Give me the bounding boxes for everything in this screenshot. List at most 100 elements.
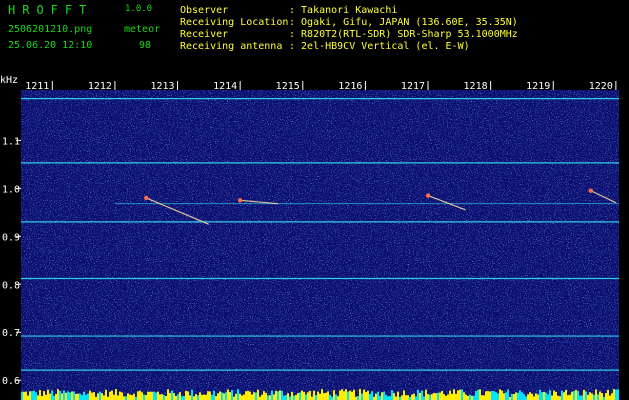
activity-bar — [567, 395, 569, 400]
activity-bar — [423, 396, 425, 400]
activity-bar — [133, 393, 135, 400]
activity-bar — [35, 392, 37, 400]
activity-bar — [615, 389, 617, 400]
activity-bar — [289, 396, 291, 400]
activity-bar — [605, 393, 607, 400]
activity-bar — [51, 390, 53, 400]
activity-bar — [425, 389, 427, 400]
antenna-value: : 2el-HB9CV Vertical (el. E-W) — [289, 41, 470, 52]
activity-bar — [491, 390, 493, 400]
x-tick-label: 1211 — [25, 81, 49, 92]
activity-bar — [593, 394, 595, 400]
activity-bar — [183, 396, 185, 400]
activity-bar — [417, 389, 419, 400]
activity-bar — [613, 389, 615, 400]
activity-bar — [453, 389, 455, 400]
activity-bar — [139, 390, 141, 400]
activity-bar — [321, 389, 323, 400]
activity-bar — [405, 395, 407, 400]
activity-bar — [607, 389, 609, 400]
activity-bar — [185, 390, 187, 400]
meteor-echo-head — [144, 195, 149, 201]
activity-bar — [455, 393, 457, 400]
activity-bar — [173, 393, 175, 400]
activity-bar — [305, 394, 307, 400]
activity-bar — [427, 394, 429, 400]
activity-bar — [113, 394, 115, 400]
meteor-label: meteor — [124, 24, 161, 35]
activity-bar — [297, 393, 299, 400]
activity-bar — [583, 389, 585, 400]
activity-bar — [313, 390, 315, 400]
x-tick-label: 1217 — [401, 81, 425, 92]
activity-bar — [103, 395, 105, 400]
activity-bar — [331, 396, 333, 400]
activity-bar — [141, 392, 143, 400]
activity-bar — [507, 389, 509, 400]
activity-bar — [369, 393, 371, 400]
activity-bar — [489, 391, 491, 400]
activity-bar — [497, 393, 499, 400]
activity-bar — [267, 395, 269, 400]
activity-bar — [397, 391, 399, 400]
activity-bar — [169, 392, 171, 400]
activity-bar — [61, 393, 63, 400]
activity-bar — [347, 391, 349, 400]
activity-bar — [161, 394, 163, 400]
activity-bar — [333, 390, 335, 400]
activity-bar — [329, 394, 331, 400]
activity-bar — [257, 389, 259, 400]
activity-bar — [283, 395, 285, 400]
activity-bar — [209, 391, 211, 400]
activity-bar — [311, 396, 313, 400]
activity-bar — [91, 392, 93, 400]
activity-bar — [291, 391, 293, 400]
activity-bar — [421, 390, 423, 400]
activity-bar — [23, 391, 25, 400]
activity-bar — [81, 394, 83, 400]
activity-bar — [69, 392, 71, 400]
activity-bar — [127, 393, 129, 400]
activity-bar — [225, 392, 227, 400]
activity-bar — [389, 396, 391, 400]
x-tick-label: 1216 — [338, 81, 362, 92]
activity-bar — [187, 391, 189, 400]
activity-bar — [485, 391, 487, 400]
activity-bar — [547, 394, 549, 400]
activity-bar — [39, 390, 41, 400]
activity-bar — [387, 396, 389, 400]
activity-bar — [137, 391, 139, 400]
activity-bar — [25, 391, 27, 400]
activity-bar — [217, 393, 219, 400]
activity-bar — [571, 391, 573, 400]
activity-bar — [101, 393, 103, 400]
activity-bar — [309, 390, 311, 400]
activity-bar — [37, 395, 39, 400]
activity-bar — [277, 391, 279, 400]
activity-bar — [163, 395, 165, 400]
y-axis-ticks: 1.1 1.0 0.9 0.8 0.7 0.6 — [2, 136, 21, 387]
activity-bar — [155, 392, 157, 400]
activity-bar — [549, 390, 551, 400]
activity-bar — [357, 396, 359, 400]
activity-bar — [477, 389, 479, 400]
activity-bar — [339, 390, 341, 400]
activity-bar — [461, 389, 463, 400]
activity-bar — [377, 391, 379, 400]
activity-bar — [481, 395, 483, 400]
activity-bar — [483, 395, 485, 400]
activity-bar — [319, 393, 321, 400]
activity-bar — [445, 395, 447, 400]
activity-bar — [449, 390, 451, 400]
activity-bar — [457, 390, 459, 400]
activity-bar — [143, 394, 145, 400]
x-tick-label: 1218 — [464, 81, 488, 92]
activity-bar — [559, 396, 561, 400]
activity-bar — [265, 392, 267, 400]
activity-bar — [31, 391, 33, 400]
spectrogram-plot: kHz 1211 1212 1213 1214 1215 1216 1217 1218 1219… — [0, 75, 619, 400]
activity-bar — [391, 390, 393, 400]
y-tick-label: 1.0 — [2, 184, 20, 195]
activity-bar — [121, 392, 123, 400]
x-tick-label: 1219 — [526, 81, 550, 92]
